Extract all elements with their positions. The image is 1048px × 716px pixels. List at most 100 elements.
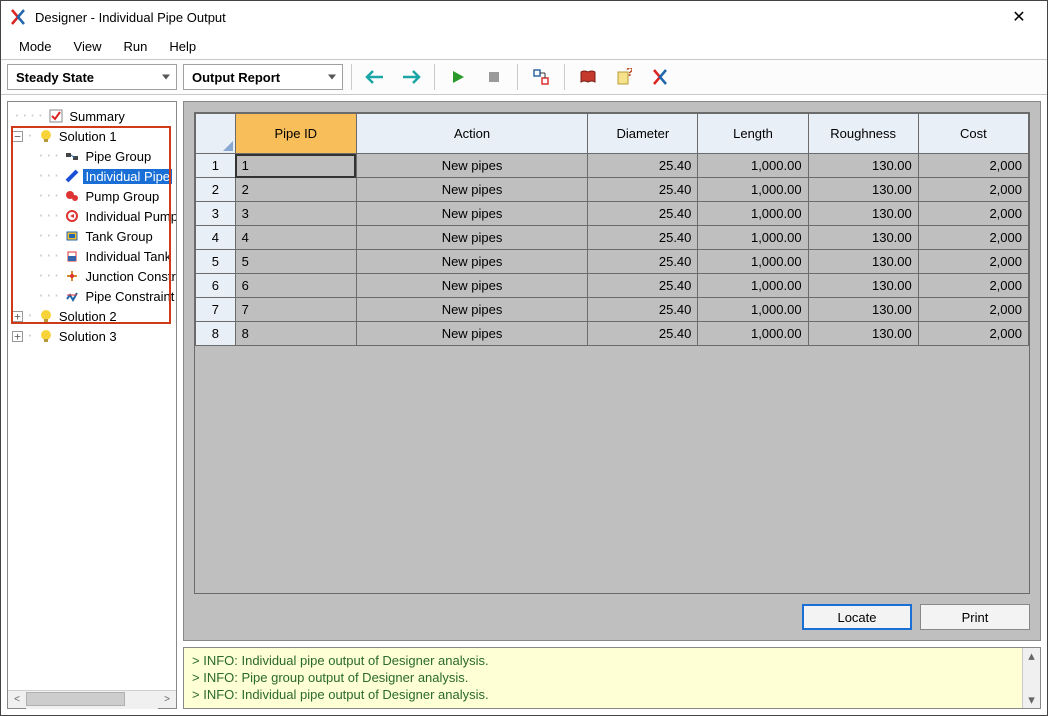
cell-cost[interactable]: 2,000: [918, 154, 1028, 178]
col-action[interactable]: Action: [356, 114, 587, 154]
scroll-track[interactable]: [26, 691, 158, 709]
scroll-left-icon[interactable]: <: [8, 691, 26, 709]
scroll-up-icon[interactable]: ▴: [1028, 648, 1035, 664]
cell-length[interactable]: 1,000.00: [698, 178, 808, 202]
row-header[interactable]: 2: [196, 178, 236, 202]
cell-action[interactable]: New pipes: [356, 298, 587, 322]
cell-pipe-id[interactable]: 7: [235, 298, 356, 322]
cell-length[interactable]: 1,000.00: [698, 322, 808, 346]
menu-run[interactable]: Run: [113, 36, 157, 57]
tree-item-tank-group[interactable]: ··· Tank Group: [8, 226, 176, 246]
expand-icon[interactable]: +: [12, 331, 23, 342]
tree-item-individual-tank[interactable]: ··· Individual Tank: [8, 246, 176, 266]
layout-button[interactable]: [526, 63, 556, 91]
cell-cost[interactable]: 2,000: [918, 202, 1028, 226]
collapse-icon[interactable]: −: [12, 131, 23, 142]
cell-pipe-id[interactable]: 8: [235, 322, 356, 346]
cell-pipe-id[interactable]: 4: [235, 226, 356, 250]
print-button[interactable]: Print: [920, 604, 1030, 630]
col-length[interactable]: Length: [698, 114, 808, 154]
row-header[interactable]: 6: [196, 274, 236, 298]
cell-pipe-id[interactable]: 6: [235, 274, 356, 298]
col-roughness[interactable]: Roughness: [808, 114, 918, 154]
expand-icon[interactable]: +: [12, 311, 23, 322]
scroll-thumb[interactable]: [26, 692, 125, 706]
cell-cost[interactable]: 2,000: [918, 274, 1028, 298]
table-row[interactable]: 33New pipes25.401,000.00130.002,000: [196, 202, 1029, 226]
cell-diameter[interactable]: 25.40: [588, 250, 698, 274]
table-row[interactable]: 55New pipes25.401,000.00130.002,000: [196, 250, 1029, 274]
cell-length[interactable]: 1,000.00: [698, 226, 808, 250]
close-button[interactable]: ✕: [999, 2, 1039, 32]
row-header[interactable]: 1: [196, 154, 236, 178]
cell-action[interactable]: New pipes: [356, 274, 587, 298]
row-header[interactable]: 4: [196, 226, 236, 250]
col-diameter[interactable]: Diameter: [588, 114, 698, 154]
cell-length[interactable]: 1,000.00: [698, 202, 808, 226]
cell-action[interactable]: New pipes: [356, 250, 587, 274]
cell-pipe-id[interactable]: 1: [235, 154, 356, 178]
table-row[interactable]: 77New pipes25.401,000.00130.002,000: [196, 298, 1029, 322]
menu-view[interactable]: View: [64, 36, 112, 57]
cell-diameter[interactable]: 25.40: [588, 298, 698, 322]
cell-length[interactable]: 1,000.00: [698, 274, 808, 298]
tree-hscrollbar[interactable]: < >: [8, 690, 176, 708]
tree-item-individual-pump[interactable]: ··· Individual Pump: [8, 206, 176, 226]
tree-item-junction-constraint[interactable]: ··· Junction Constraint: [8, 266, 176, 286]
tree-item-solution3[interactable]: + · Solution 3: [8, 326, 176, 346]
mode-combo[interactable]: Steady State: [7, 64, 177, 90]
locate-button[interactable]: Locate: [802, 604, 912, 630]
cell-pipe-id[interactable]: 5: [235, 250, 356, 274]
select-all-corner[interactable]: [196, 114, 236, 154]
cell-pipe-id[interactable]: 3: [235, 202, 356, 226]
table-row[interactable]: 22New pipes25.401,000.00130.002,000: [196, 178, 1029, 202]
cell-roughness[interactable]: 130.00: [808, 298, 918, 322]
table-row[interactable]: 66New pipes25.401,000.00130.002,000: [196, 274, 1029, 298]
cell-cost[interactable]: 2,000: [918, 322, 1028, 346]
cell-diameter[interactable]: 25.40: [588, 178, 698, 202]
scroll-down-icon[interactable]: ▾: [1028, 692, 1035, 708]
tree-item-solution2[interactable]: + · Solution 2: [8, 306, 176, 326]
scroll-right-icon[interactable]: >: [158, 691, 176, 709]
back-button[interactable]: [360, 63, 390, 91]
cell-diameter[interactable]: 25.40: [588, 202, 698, 226]
table-row[interactable]: 11New pipes25.401,000.00130.002,000: [196, 154, 1029, 178]
col-pipe-id[interactable]: Pipe ID: [235, 114, 356, 154]
cell-length[interactable]: 1,000.00: [698, 298, 808, 322]
cell-roughness[interactable]: 130.00: [808, 202, 918, 226]
cell-pipe-id[interactable]: 2: [235, 178, 356, 202]
tree-item-summary[interactable]: ···· Summary: [8, 106, 176, 126]
designer-button[interactable]: [645, 63, 675, 91]
row-header[interactable]: 8: [196, 322, 236, 346]
menu-mode[interactable]: Mode: [9, 36, 62, 57]
row-header[interactable]: 5: [196, 250, 236, 274]
log-vscrollbar[interactable]: ▴ ▾: [1022, 648, 1040, 708]
cell-diameter[interactable]: 25.40: [588, 226, 698, 250]
row-header[interactable]: 7: [196, 298, 236, 322]
cell-roughness[interactable]: 130.00: [808, 322, 918, 346]
cell-diameter[interactable]: 25.40: [588, 274, 698, 298]
cell-length[interactable]: 1,000.00: [698, 250, 808, 274]
tree-item-individual-pipe[interactable]: ··· Individual Pipe: [8, 166, 176, 186]
tree-item-pipe-constraint[interactable]: ··· Pipe Constraint: [8, 286, 176, 306]
report-combo[interactable]: Output Report: [183, 64, 343, 90]
cell-cost[interactable]: 2,000: [918, 250, 1028, 274]
tree-item-pump-group[interactable]: ··· Pump Group: [8, 186, 176, 206]
run-button[interactable]: [443, 63, 473, 91]
forward-button[interactable]: [396, 63, 426, 91]
help-button[interactable]: ?: [609, 63, 639, 91]
cell-diameter[interactable]: 25.40: [588, 322, 698, 346]
cell-roughness[interactable]: 130.00: [808, 250, 918, 274]
cell-action[interactable]: New pipes: [356, 178, 587, 202]
book-button[interactable]: [573, 63, 603, 91]
row-header[interactable]: 3: [196, 202, 236, 226]
cell-length[interactable]: 1,000.00: [698, 154, 808, 178]
cell-roughness[interactable]: 130.00: [808, 226, 918, 250]
cell-action[interactable]: New pipes: [356, 226, 587, 250]
col-cost[interactable]: Cost: [918, 114, 1028, 154]
tree-item-solution1[interactable]: − · Solution 1: [8, 126, 176, 146]
cell-roughness[interactable]: 130.00: [808, 154, 918, 178]
cell-cost[interactable]: 2,000: [918, 298, 1028, 322]
cell-roughness[interactable]: 130.00: [808, 274, 918, 298]
cell-action[interactable]: New pipes: [356, 322, 587, 346]
